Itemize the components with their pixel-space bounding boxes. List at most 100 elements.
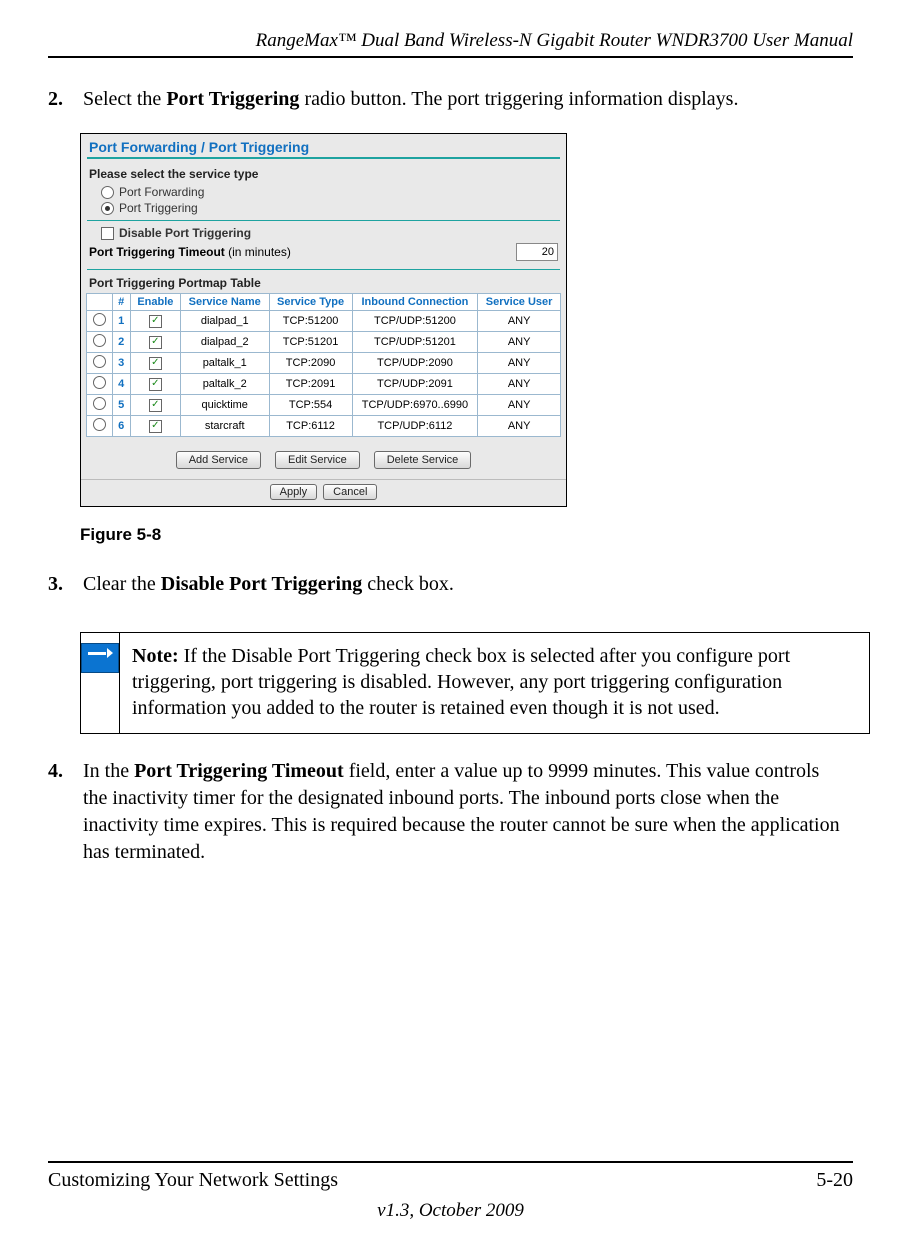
portmap-table-label: Port Triggering Portmap Table xyxy=(81,274,566,293)
row-enable-checkbox[interactable]: ✓ xyxy=(130,353,180,374)
row-service-type: TCP:554 xyxy=(269,395,352,416)
delete-service-button[interactable]: Delete Service xyxy=(374,451,472,469)
disable-port-triggering-checkbox[interactable]: Disable Port Triggering xyxy=(81,225,566,241)
row-service-type: TCP:2090 xyxy=(269,353,352,374)
step-2-bold: Port Triggering xyxy=(166,88,299,110)
row-service-name: dialpad_1 xyxy=(180,311,269,332)
step-number: 3. xyxy=(48,571,78,598)
row-service-user: ANY xyxy=(478,332,561,353)
col-service-name: Service Name xyxy=(180,294,269,311)
row-service-user: ANY xyxy=(478,374,561,395)
col-num: # xyxy=(112,294,130,311)
step-4: 4. In the Port Triggering Timeout field,… xyxy=(48,758,853,866)
row-enable-checkbox[interactable]: ✓ xyxy=(130,311,180,332)
page-header: RangeMax™ Dual Band Wireless-N Gigabit R… xyxy=(48,30,853,58)
figure-5-8: Port Forwarding / Port Triggering Please… xyxy=(80,133,567,507)
col-service-user: Service User xyxy=(478,294,561,311)
row-service-type: TCP:51200 xyxy=(269,311,352,332)
radio-label: Port Triggering xyxy=(119,201,198,215)
row-service-name: starcraft xyxy=(180,416,269,437)
col-inbound: Inbound Connection xyxy=(352,294,478,311)
row-select-radio[interactable] xyxy=(87,311,113,332)
col-enable: Enable xyxy=(130,294,180,311)
col-service-type: Service Type xyxy=(269,294,352,311)
footer-left: Customizing Your Network Settings xyxy=(48,1169,338,1192)
portmap-table: # Enable Service Name Service Type Inbou… xyxy=(86,293,561,437)
row-number: 3 xyxy=(112,353,130,374)
row-inbound: TCP/UDP:51200 xyxy=(352,311,478,332)
radio-port-triggering[interactable]: Port Triggering xyxy=(81,200,566,216)
row-number: 6 xyxy=(112,416,130,437)
radio-icon xyxy=(101,186,114,199)
row-select-radio[interactable] xyxy=(87,353,113,374)
step-2-pre: Select the xyxy=(83,88,166,110)
table-row: 3✓paltalk_1TCP:2090TCP/UDP:2090ANY xyxy=(87,353,561,374)
row-inbound: TCP/UDP:2090 xyxy=(352,353,478,374)
row-service-user: ANY xyxy=(478,416,561,437)
footer-sub: v1.3, October 2009 xyxy=(48,1200,853,1246)
timeout-input[interactable]: 20 xyxy=(516,243,558,261)
step-3-pre: Clear the xyxy=(83,573,161,595)
row-select-radio[interactable] xyxy=(87,416,113,437)
footer-right: 5-20 xyxy=(816,1169,853,1192)
step-3: 3. Clear the Disable Port Triggering che… xyxy=(48,571,853,598)
note-box: Note: If the Disable Port Triggering che… xyxy=(80,632,870,734)
row-service-user: ANY xyxy=(478,395,561,416)
apply-button[interactable]: Apply xyxy=(270,484,318,500)
row-service-user: ANY xyxy=(478,311,561,332)
edit-service-button[interactable]: Edit Service xyxy=(275,451,360,469)
radio-label: Port Forwarding xyxy=(119,185,204,199)
row-service-type: TCP:51201 xyxy=(269,332,352,353)
timeout-label: Port Triggering Timeout (in minutes) xyxy=(89,245,291,259)
row-service-type: TCP:6112 xyxy=(269,416,352,437)
add-service-button[interactable]: Add Service xyxy=(176,451,261,469)
checkbox-label: Disable Port Triggering xyxy=(119,226,251,240)
row-service-type: TCP:2091 xyxy=(269,374,352,395)
arrow-note-icon xyxy=(81,643,119,673)
row-enable-checkbox[interactable]: ✓ xyxy=(130,332,180,353)
step-number: 4. xyxy=(48,758,78,785)
row-enable-checkbox[interactable]: ✓ xyxy=(130,416,180,437)
step-2-post: radio button. The port triggering inform… xyxy=(299,88,738,110)
step-3-bold: Disable Port Triggering xyxy=(161,573,362,595)
table-row: 4✓paltalk_2TCP:2091TCP/UDP:2091ANY xyxy=(87,374,561,395)
col-select xyxy=(87,294,113,311)
radio-icon xyxy=(101,202,114,215)
row-select-radio[interactable] xyxy=(87,332,113,353)
row-enable-checkbox[interactable]: ✓ xyxy=(130,395,180,416)
row-service-name: paltalk_1 xyxy=(180,353,269,374)
row-number: 5 xyxy=(112,395,130,416)
row-inbound: TCP/UDP:51201 xyxy=(352,332,478,353)
row-service-name: dialpad_2 xyxy=(180,332,269,353)
figure-caption: Figure 5-8 xyxy=(80,525,853,545)
table-row: 1✓dialpad_1TCP:51200TCP/UDP:51200ANY xyxy=(87,311,561,332)
row-inbound: TCP/UDP:2091 xyxy=(352,374,478,395)
note-text-body: If the Disable Port Triggering check box… xyxy=(132,645,790,719)
step-2: 2. Select the Port Triggering radio butt… xyxy=(48,86,853,113)
note-bold: Note: xyxy=(132,645,179,667)
step-4-bold: Port Triggering Timeout xyxy=(134,760,344,782)
step-number: 2. xyxy=(48,86,78,113)
row-service-user: ANY xyxy=(478,353,561,374)
table-row: 2✓dialpad_2TCP:51201TCP/UDP:51201ANY xyxy=(87,332,561,353)
row-inbound: TCP/UDP:6112 xyxy=(352,416,478,437)
row-service-name: quicktime xyxy=(180,395,269,416)
row-enable-checkbox[interactable]: ✓ xyxy=(130,374,180,395)
table-row: 6✓starcraftTCP:6112TCP/UDP:6112ANY xyxy=(87,416,561,437)
step-4-pre: In the xyxy=(83,760,134,782)
panel-title: Port Forwarding / Port Triggering xyxy=(81,134,566,157)
checkbox-icon xyxy=(101,227,114,240)
row-number: 2 xyxy=(112,332,130,353)
row-select-radio[interactable] xyxy=(87,395,113,416)
row-select-radio[interactable] xyxy=(87,374,113,395)
radio-port-forwarding[interactable]: Port Forwarding xyxy=(81,184,566,200)
select-service-label: Please select the service type xyxy=(81,165,566,184)
table-row: 5✓quicktimeTCP:554TCP/UDP:6970..6990ANY xyxy=(87,395,561,416)
row-inbound: TCP/UDP:6970..6990 xyxy=(352,395,478,416)
page-footer: Customizing Your Network Settings 5-20 xyxy=(48,1161,853,1192)
step-3-post: check box. xyxy=(362,573,454,595)
row-number: 1 xyxy=(112,311,130,332)
row-service-name: paltalk_2 xyxy=(180,374,269,395)
row-number: 4 xyxy=(112,374,130,395)
cancel-button[interactable]: Cancel xyxy=(323,484,377,500)
